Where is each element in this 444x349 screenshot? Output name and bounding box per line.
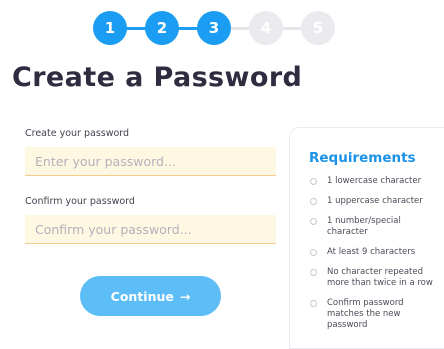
- requirement-text: 1 number/special character: [327, 216, 401, 237]
- requirement-item: Confirm password matches the new passwor…: [310, 298, 440, 331]
- requirement-item: At least 9 characters: [310, 247, 440, 258]
- continue-button-label: Continue: [110, 288, 174, 304]
- requirement-item: 1 number/special character: [310, 216, 440, 238]
- requirement-text: 1 uppercase character: [327, 196, 423, 206]
- requirement-text: 1 lowercase character: [327, 176, 422, 186]
- requirement-text: No character repeated more than twice in…: [327, 267, 433, 288]
- requirement-text: At least 9 characters: [327, 247, 416, 257]
- password-label: Create your password: [25, 128, 130, 139]
- requirements-panel: Requirements 1 lowercase character 1 upp…: [289, 127, 444, 349]
- step-2: 2: [145, 11, 179, 45]
- confirm-password-input[interactable]: [25, 215, 276, 244]
- requirement-item: 1 lowercase character: [310, 176, 440, 187]
- arrow-right-icon: →: [179, 288, 191, 304]
- password-input[interactable]: [25, 147, 276, 176]
- circle-bullet-icon: [310, 269, 317, 276]
- step-3: 3: [197, 11, 231, 45]
- requirement-item: No character repeated more than twice in…: [310, 267, 440, 289]
- progress-stepper: 1 2 3 4 5: [93, 11, 335, 45]
- circle-bullet-icon: [310, 249, 317, 256]
- circle-bullet-icon: [310, 218, 317, 225]
- circle-bullet-icon: [310, 300, 317, 307]
- page-title: Create a Password: [12, 62, 303, 93]
- requirements-title: Requirements: [309, 150, 416, 166]
- requirement-text: Confirm password matches the new passwor…: [327, 298, 404, 330]
- requirements-list: 1 lowercase character 1 uppercase charac…: [310, 176, 440, 340]
- circle-bullet-icon: [310, 198, 317, 205]
- requirement-item: 1 uppercase character: [310, 196, 440, 207]
- confirm-password-label: Confirm your password: [25, 196, 135, 207]
- step-1: 1: [93, 11, 127, 45]
- continue-button[interactable]: Continue →: [80, 276, 221, 316]
- step-4: 4: [249, 11, 283, 45]
- circle-bullet-icon: [310, 178, 317, 185]
- step-5: 5: [301, 11, 335, 45]
